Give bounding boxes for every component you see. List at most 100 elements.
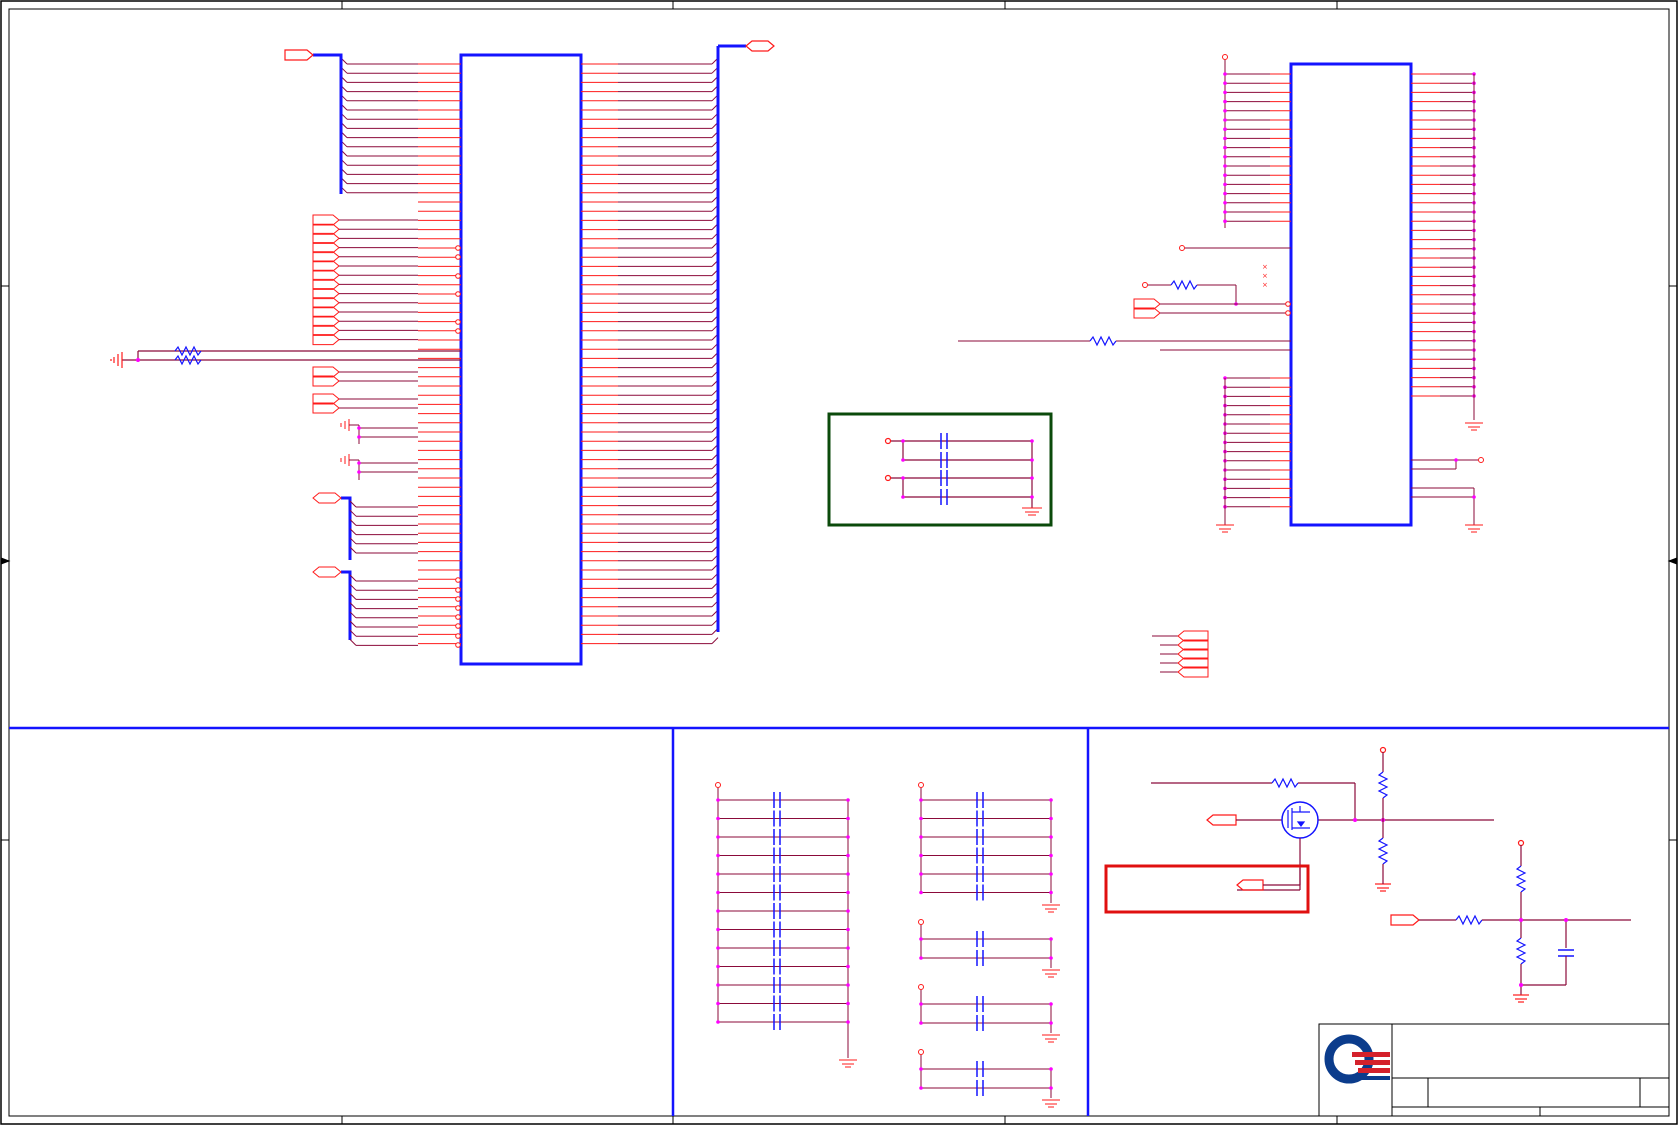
bus-entry [711,637,719,644]
capacitor-bank-left [715,782,857,1068]
junction-dot [1049,816,1053,821]
power-port [918,919,924,925]
junction-dot [846,909,850,913]
off-page-connector-icon [312,324,340,336]
no-connect-marker [455,633,461,639]
junction-dot [846,872,850,876]
no-connect-marker [455,587,461,593]
junction-dot [919,1002,923,1006]
no-connect-marker [455,642,461,648]
junction-dot [716,1020,720,1024]
main-connector-right-pins [581,57,719,645]
no-connect-marker [1285,301,1291,307]
resistor-icon [174,345,202,366]
left-port-group [312,214,461,648]
junction-dot [1030,476,1034,480]
off-page-connector-icon [284,49,314,61]
junction-dot [716,798,720,802]
junction-dot [1223,72,1227,76]
junction-dot [1049,1021,1053,1025]
junction-dot [901,439,905,443]
junction-dot [357,461,361,465]
junction-dot [716,1001,720,1006]
junction-dot [846,890,850,895]
junction-dot [1049,1086,1053,1090]
junction-dot [846,1001,850,1006]
resistor-icon [1170,279,1198,291]
power-port [918,782,924,788]
junction-dot [919,853,923,858]
junction-dot [716,853,720,858]
junction-dot [1049,890,1053,895]
company-logo-icon [1324,1034,1390,1084]
no-connect-marker: × [1262,263,1268,271]
junction-dot [716,835,720,839]
ground-symbol-icon [1375,883,1391,892]
resistor-icon [1271,777,1299,789]
off-page-connector-icon [312,288,340,300]
junction-dot [716,927,720,932]
decoupling-capacitors [884,437,1033,508]
junction-dot [1223,164,1227,168]
junction-dot [716,890,720,895]
capacitor-bank-right [918,782,1060,1108]
junction-dot [846,927,850,932]
junction-dot [1223,136,1227,141]
left-buses [313,53,352,640]
off-page-connector-icon [312,269,340,281]
no-connect-marker [455,614,461,620]
junction-dot [1223,81,1227,85]
resistor-icon [1089,335,1117,347]
power-port [1179,245,1185,251]
connector-grounds [340,419,418,480]
main-connector-body [459,53,583,666]
junction-dot [1223,182,1227,187]
junction-dot [919,890,923,895]
junction-dot [919,835,923,839]
no-connect-marker: × [1262,281,1268,289]
junction-dot [716,983,720,987]
junction-dot [846,964,850,969]
no-connect-marker [455,319,461,325]
mosfet-circuit [1151,746,1494,892]
power-port [1478,457,1484,463]
junction-dot [919,1086,923,1090]
off-page-connector-icon [1236,879,1264,891]
schematic-canvas: ××× [0,0,1678,1125]
junction-dot [919,1067,923,1071]
no-connect-marker [455,245,461,251]
power-port [918,1049,924,1055]
junction-dot [1223,127,1227,131]
junction-dot [1030,458,1034,462]
off-page-connector-icon [1390,914,1420,926]
junction-dot [1049,798,1053,802]
off-page-connector-icon [312,260,340,272]
no-connect-marker [455,605,461,611]
junction-dot [1454,458,1458,462]
no-connect-marker [455,596,461,602]
junction-dot [1049,1067,1053,1071]
junction-dot [919,937,923,941]
junction-dot [1223,109,1227,113]
junction-dot [1030,495,1034,499]
no-connect-marker [455,291,461,297]
capacitor-icon [1558,949,1574,957]
no-connect-marker [455,623,461,629]
off-page-connector-icon [312,566,342,578]
ground-symbol-icon [1513,994,1529,1003]
junction-dot [919,1021,923,1025]
no-connect-marker [455,254,461,260]
junction-dot [1223,99,1227,104]
junction-dot [846,1020,850,1024]
off-page-connector-icon [312,297,340,309]
divider-circuit [1390,839,1631,1003]
junction-dot [1223,118,1227,122]
junction-dot [1049,937,1053,941]
junction-dot [1223,155,1227,159]
junction-dot [1223,219,1227,223]
junction-dot [919,956,923,960]
off-page-connector-icon [312,492,342,504]
junction-dot [1049,956,1053,960]
bottom-port-group [1152,630,1209,678]
power-port [1142,282,1148,288]
